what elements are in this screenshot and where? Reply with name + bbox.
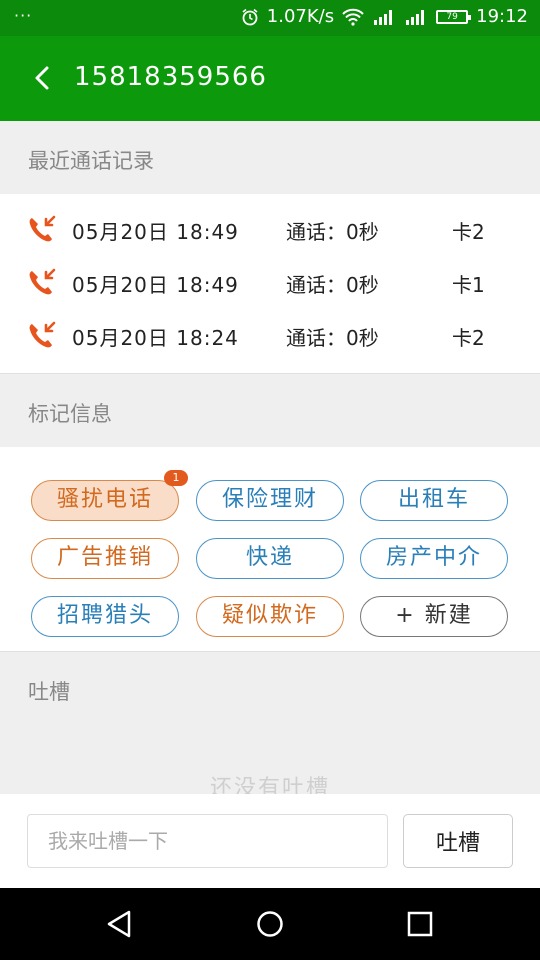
tag-ad-sales[interactable]: 广告推销 bbox=[31, 538, 179, 579]
alarm-icon bbox=[242, 8, 258, 25]
comments-header: 吐槽 bbox=[0, 653, 540, 723]
nav-home-icon[interactable] bbox=[254, 908, 286, 940]
call-datetime: 05月20日 18:49 bbox=[72, 220, 239, 244]
tag-grid: 骚扰电话 1 保险理财 出租车 广告推销 快递 房产中介 招聘猎头 疑似欺诈 +… bbox=[0, 447, 540, 652]
signal-4g-icon bbox=[374, 9, 393, 25]
incoming-call-icon bbox=[29, 268, 56, 295]
call-duration: 通话：0秒 bbox=[286, 220, 379, 244]
wifi-icon bbox=[342, 8, 364, 26]
comment-input[interactable] bbox=[27, 814, 388, 868]
call-row[interactable]: 05月20日 18:49 通话：0秒 卡1 bbox=[0, 263, 540, 303]
back-arrow-icon[interactable] bbox=[28, 63, 58, 93]
app-bar: 15818359566 bbox=[0, 36, 540, 121]
incoming-call-icon bbox=[29, 321, 56, 348]
call-duration: 通话：0秒 bbox=[286, 273, 379, 297]
call-sim: 卡2 bbox=[452, 220, 485, 244]
net-speed: 1.07K/s bbox=[266, 6, 335, 27]
nav-recents-icon[interactable] bbox=[404, 908, 436, 940]
call-row[interactable]: 05月20日 18:49 通话：0秒 卡2 bbox=[0, 210, 540, 250]
incoming-call-icon bbox=[29, 215, 56, 242]
submit-comment-button[interactable]: 吐槽 bbox=[403, 814, 513, 868]
notification-dots: ··· bbox=[14, 6, 33, 25]
call-row[interactable]: 05月20日 18:24 通话：0秒 卡2 bbox=[0, 316, 540, 356]
tag-real-estate[interactable]: 房产中介 bbox=[360, 538, 508, 579]
tag-courier[interactable]: 快递 bbox=[196, 538, 344, 579]
tag-headhunter[interactable]: 招聘猎头 bbox=[31, 596, 179, 637]
tag-fraud[interactable]: 疑似欺诈 bbox=[196, 596, 344, 637]
nav-back-icon[interactable] bbox=[103, 908, 135, 940]
clock: 19:12 bbox=[476, 6, 528, 27]
comment-input-bar: 吐槽 bbox=[0, 794, 540, 888]
new-tag-button[interactable]: + 新建 bbox=[360, 596, 508, 637]
status-icons: 1.07K/s 79 19:12 bbox=[241, 6, 528, 27]
tag-insurance[interactable]: 保险理财 bbox=[196, 480, 344, 521]
tag-taxi[interactable]: 出租车 bbox=[360, 480, 508, 521]
call-datetime: 05月20日 18:49 bbox=[72, 273, 239, 297]
tags-header: 标记信息 bbox=[0, 375, 540, 447]
call-sim: 卡1 bbox=[452, 273, 485, 297]
recent-calls-header: 最近通话记录 bbox=[0, 121, 540, 194]
call-sim: 卡2 bbox=[452, 326, 485, 350]
tag-harassment[interactable]: 骚扰电话 bbox=[31, 480, 179, 521]
tag-count-badge: 1 bbox=[164, 470, 188, 486]
battery-icon: 79 bbox=[436, 9, 472, 24]
call-datetime: 05月20日 18:24 bbox=[72, 326, 239, 350]
recent-calls-list: 05月20日 18:49 通话：0秒 卡2 05月20日 18:49 通话：0秒… bbox=[0, 194, 540, 374]
system-nav-bar bbox=[0, 888, 540, 960]
signal-sim2-icon bbox=[406, 9, 425, 25]
status-bar: ··· 1.07K/s 79 19:12 bbox=[0, 0, 540, 36]
call-duration: 通话：0秒 bbox=[286, 326, 379, 350]
phone-number-title: 15818359566 bbox=[74, 62, 267, 92]
